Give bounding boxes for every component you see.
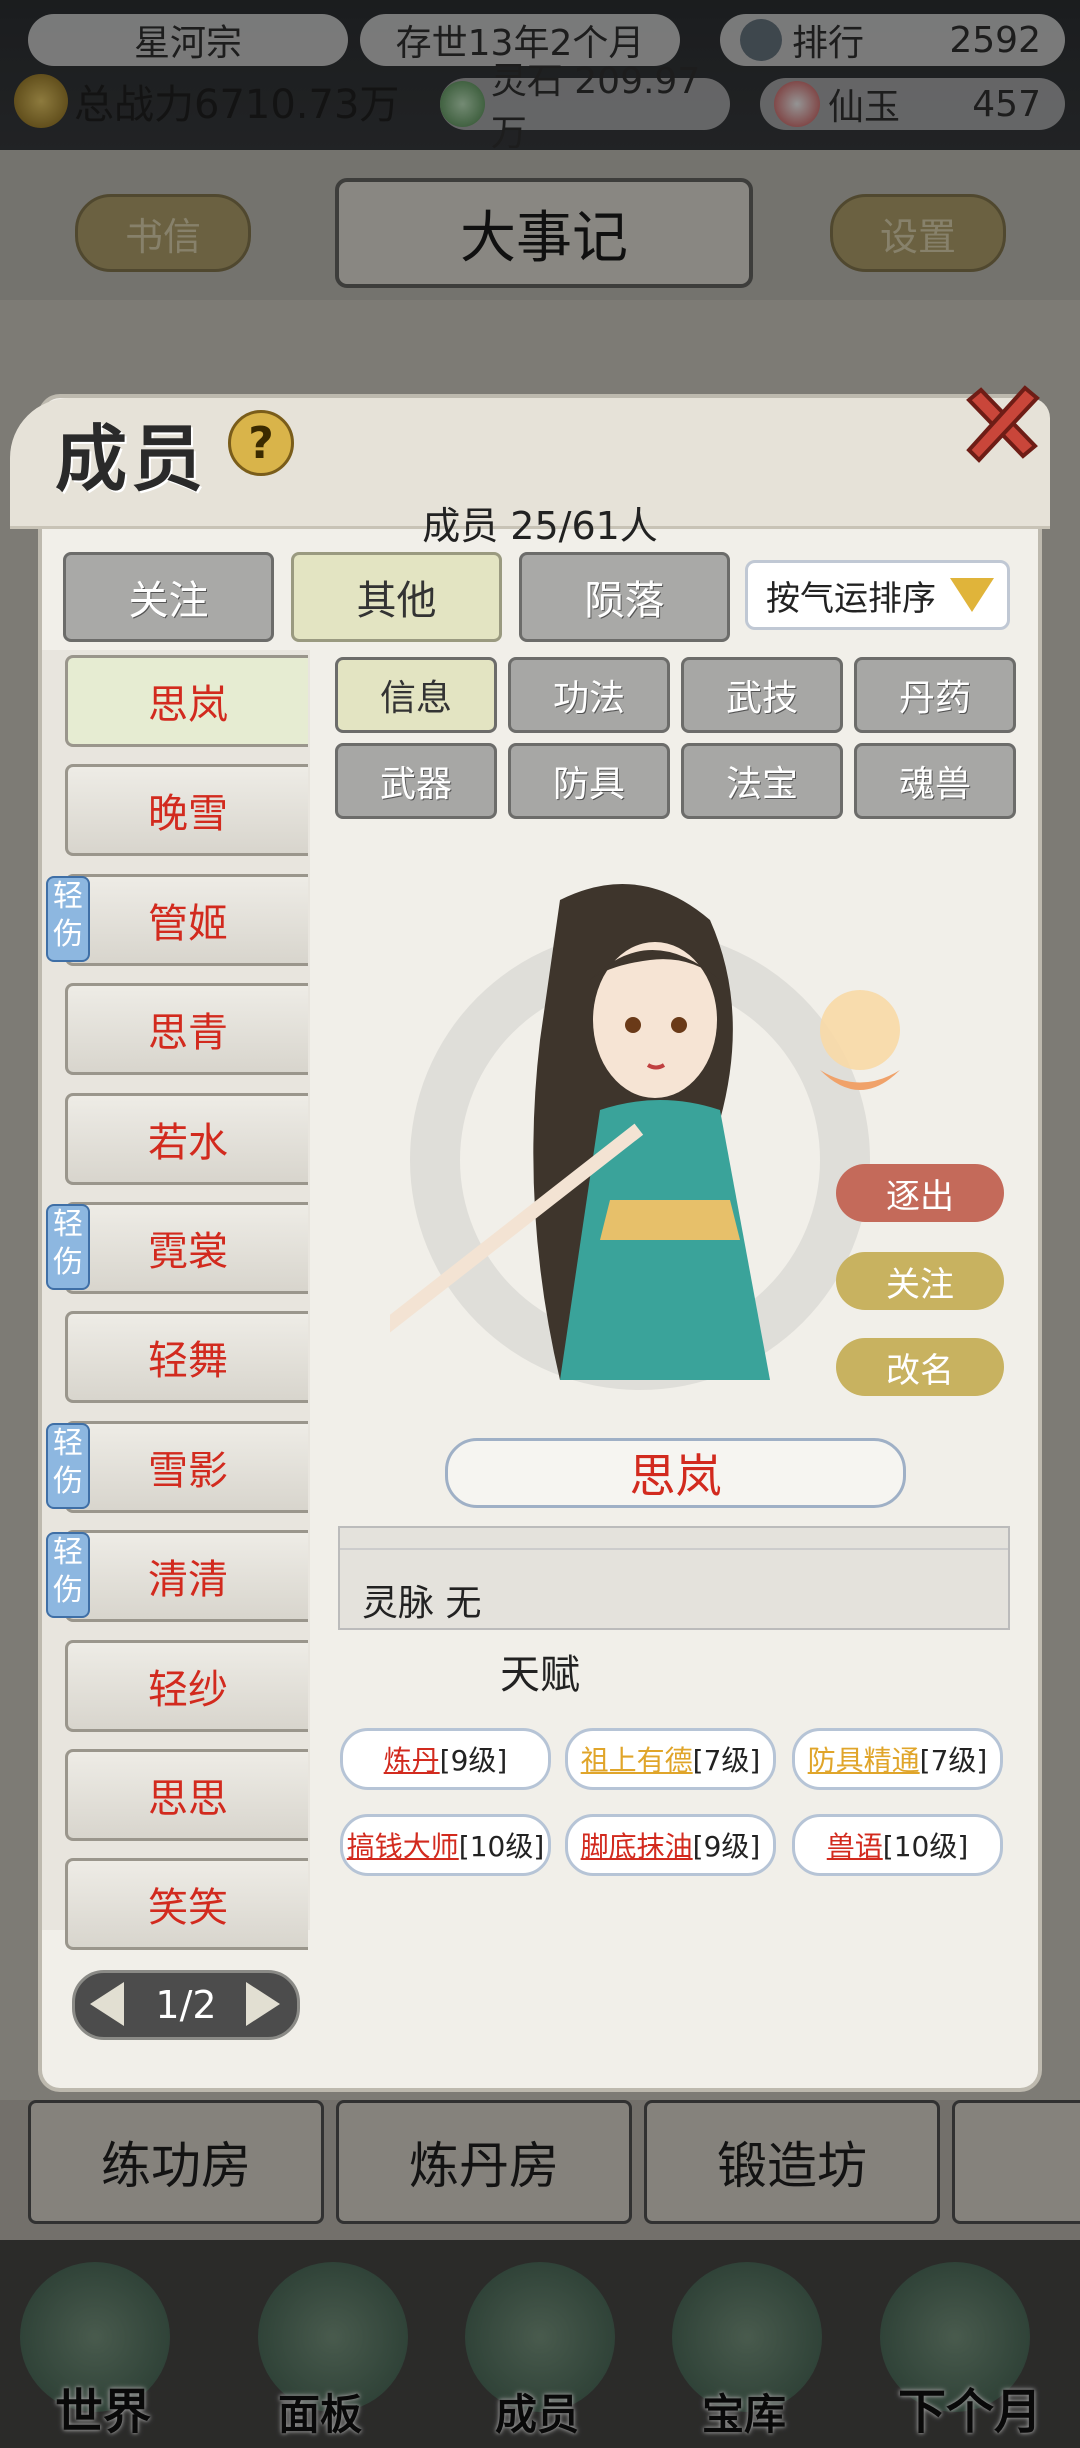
talent-chip[interactable]: 脚底抹油 [9级] — [565, 1814, 776, 1876]
talent-chip[interactable]: 炼丹 [9级] — [340, 1728, 551, 1790]
subtab-artifacts[interactable]: 法宝 — [681, 743, 843, 819]
subtab-pills[interactable]: 丹药 — [854, 657, 1016, 733]
follow-button[interactable]: 关注 — [836, 1252, 1004, 1310]
injury-badge: 轻伤 — [46, 1204, 90, 1290]
sort-dropdown[interactable]: 按气运排序 — [745, 560, 1010, 630]
injury-badge: 轻伤 — [46, 1423, 90, 1509]
panel-title: 成员 — [55, 416, 208, 501]
tab-fallen[interactable]: 陨落 — [519, 552, 730, 642]
expel-button[interactable]: 逐出 — [836, 1164, 1004, 1222]
injury-badge: 轻伤 — [46, 876, 90, 962]
help-icon[interactable]: ? — [228, 410, 294, 476]
talent-name: 炼丹 — [383, 1744, 440, 1777]
talent-chip[interactable]: 搞钱大师 [10级] — [340, 1814, 551, 1876]
talent-name: 祖上有德 — [580, 1744, 693, 1777]
character-name: 思岚 — [445, 1438, 906, 1508]
talent-name: 兽语 — [826, 1830, 883, 1863]
talent-name: 搞钱大师 — [346, 1830, 459, 1863]
talent-level: [10级] — [882, 1830, 969, 1863]
subtab-techniques[interactable]: 功法 — [508, 657, 670, 733]
talent-chip[interactable]: 祖上有德 [7级] — [565, 1728, 776, 1790]
subtab-soul-beasts[interactable]: 魂兽 — [854, 743, 1016, 819]
subtab-info[interactable]: 信息 — [335, 657, 497, 733]
talent-name: 脚底抹油 — [580, 1830, 693, 1863]
talent-level: [7级] — [692, 1744, 761, 1777]
member-item-4[interactable]: 思青 — [65, 983, 308, 1075]
injury-badge: 轻伤 — [46, 1532, 90, 1618]
prev-page-icon[interactable] — [90, 1982, 124, 2026]
talent-level: [7级] — [919, 1744, 988, 1777]
clipped-info-row — [340, 1528, 1008, 1550]
member-item-1[interactable]: 思岚 — [65, 655, 308, 747]
talent-level: [9级] — [439, 1744, 508, 1777]
info-scroll[interactable]: 灵脉 无 — [338, 1526, 1010, 1630]
dropdown-triangle-icon — [950, 578, 994, 612]
member-item-6[interactable]: 霓裳 — [65, 1202, 308, 1294]
member-item-5[interactable]: 若水 — [65, 1093, 308, 1185]
talent-level: [9级] — [692, 1830, 761, 1863]
talent-level: [10级] — [458, 1830, 545, 1863]
talent-name: 防具精通 — [807, 1744, 920, 1777]
subtab-weapons[interactable]: 武器 — [335, 743, 497, 819]
subtab-armor[interactable]: 防具 — [508, 743, 670, 819]
tab-follow[interactable]: 关注 — [63, 552, 274, 642]
talent-chip[interactable]: 兽语 [10级] — [792, 1814, 1003, 1876]
member-item-11[interactable]: 思思 — [65, 1749, 308, 1841]
close-icon[interactable] — [955, 378, 1045, 468]
member-item-9[interactable]: 清清 — [65, 1530, 308, 1622]
sort-label: 按气运排序 — [766, 578, 936, 619]
next-page-icon[interactable] — [246, 1982, 280, 2026]
spirit-vein-row: 灵脉 无 — [362, 1583, 482, 1624]
talent-chip[interactable]: 防具精通 [7级] — [792, 1728, 1003, 1790]
member-item-3[interactable]: 管姬 — [65, 874, 308, 966]
member-item-12[interactable]: 笑笑 — [65, 1858, 308, 1950]
rename-button[interactable]: 改名 — [836, 1338, 1004, 1396]
talent-heading: 天赋 — [500, 1652, 580, 1698]
member-item-7[interactable]: 轻舞 — [65, 1311, 308, 1403]
subtab-martial-skills[interactable]: 武技 — [681, 657, 843, 733]
member-count: 成员 25/61人 — [422, 504, 658, 548]
member-item-2[interactable]: 晚雪 — [65, 764, 308, 856]
member-item-8[interactable]: 雪影 — [65, 1421, 308, 1513]
tab-other[interactable]: 其他 — [291, 552, 502, 642]
